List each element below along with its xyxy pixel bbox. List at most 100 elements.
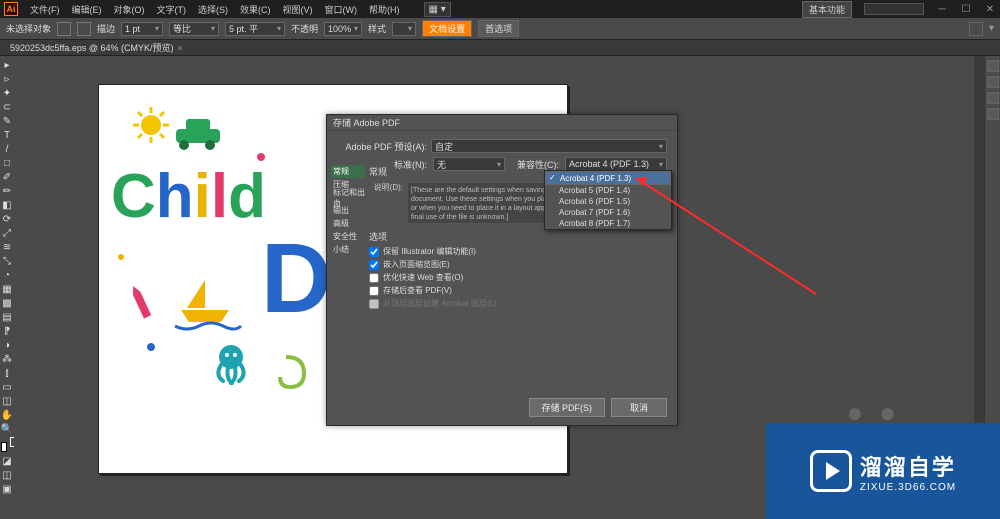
direct-select-tool-icon[interactable]: ▹ [1,72,13,86]
panel-icon-1[interactable] [987,60,999,72]
selection-tool-icon[interactable]: ▸ [1,58,13,72]
app-titlebar: Ai 文件(F) 编辑(E) 对象(O) 文字(T) 选择(S) 效果(C) 视… [0,0,1000,18]
compat-option-1[interactable]: Acrobat 5 (PDF 1.4) [545,185,671,196]
minimize-icon[interactable]: ─ [936,4,948,14]
options-header: 选项 [369,230,669,243]
fill-swatch[interactable] [57,22,71,36]
document-tab[interactable]: 5920253dc5ffa.eps @ 64% (CMYK/预览) × [10,41,183,54]
pencil-tool-icon[interactable]: ✏ [1,184,13,198]
rect-tool-icon[interactable]: □ [1,156,13,170]
symbol-sprayer-tool-icon[interactable]: ⁂ [1,352,13,366]
line-tool-icon[interactable]: / [1,142,13,156]
width-tool-icon[interactable]: ≋ [1,240,13,254]
pen-tool-icon[interactable]: ✎ [1,114,13,128]
rotate-tool-icon[interactable]: ⟳ [1,212,13,226]
brand-url: ZIXUE.3D66.COM [860,482,956,493]
compat-option-4[interactable]: Acrobat 8 (PDF 1.7) [545,218,671,229]
color-mode-icon[interactable]: ◪ [1,454,13,468]
menu-window[interactable]: 窗口(W) [325,3,358,16]
workspace-switcher[interactable]: 基本功能 [802,1,852,18]
artboard-tool-icon[interactable]: ▭ [1,380,13,394]
eraser-tool-icon[interactable]: ◧ [1,198,13,212]
menu-file[interactable]: 文件(F) [30,3,60,16]
mesh-tool-icon[interactable]: ▩ [1,296,13,310]
cancel-button[interactable]: 取消 [611,398,667,417]
brush-select[interactable]: 等比▾ [169,22,219,36]
section-tab-marks[interactable]: 标记和出血 [331,191,365,204]
section-tab-advanced[interactable]: 高级 [331,217,365,230]
type-tool-icon[interactable]: T [1,128,13,142]
close-tab-icon[interactable]: × [178,43,183,53]
compat-dropdown-list: ✓Acrobat 4 (PDF 1.3) Acrobat 5 (PDF 1.4)… [544,170,672,230]
checkbox-optimize-web[interactable] [369,273,379,283]
save-pdf-button[interactable]: 存储 PDF(S) [529,398,606,417]
opt-view-after[interactable]: 存储后查看 PDF(V) [369,285,669,296]
opt-acrobat-layers: 从顶层图层创建 Acrobat 图层(L) [369,298,669,309]
checkbox-view-after[interactable] [369,286,379,296]
stroke-swatch[interactable] [77,22,91,36]
menu-help[interactable]: 帮助(H) [369,3,400,16]
magic-wand-tool-icon[interactable]: ✦ [1,86,13,100]
lasso-tool-icon[interactable]: ⊂ [1,100,13,114]
brush-tool-icon[interactable]: ✐ [1,170,13,184]
column-graph-tool-icon[interactable]: ⫾ [1,366,13,380]
checkbox-preserve-edit[interactable] [369,247,379,257]
profile-select[interactable]: 5 pt. 平▾ [225,22,285,36]
prefs-button[interactable]: 首选项 [478,20,519,37]
scale-tool-icon[interactable]: ⤢ [1,226,13,240]
opacity-select[interactable]: 100%▾ [324,22,362,36]
stroke-label: 描边 [97,22,115,35]
panel-icon-3[interactable] [987,92,999,104]
align-icon[interactable] [969,22,983,36]
options-bar: 未选择对象 描边 1 pt▾ 等比▾ 5 pt. 平▾ 不透明 100%▾ 样式… [0,18,1000,40]
panel-icon-2[interactable] [987,76,999,88]
blend-tool-icon[interactable]: ◑ [1,338,13,352]
gradient-tool-icon[interactable]: ▤ [1,310,13,324]
opt-optimize-web[interactable]: 优化快速 Web 查看(O) [369,272,669,283]
compat-option-0[interactable]: ✓Acrobat 4 (PDF 1.3) [545,171,671,185]
menu-effect[interactable]: 效果(C) [240,3,271,16]
menu-layout-icon[interactable]: ▦ ▾ [424,2,451,17]
eyedropper-tool-icon[interactable]: ⁋ [1,324,13,338]
menu-view[interactable]: 视图(V) [283,3,313,16]
section-tab-summary[interactable]: 小结 [331,243,365,256]
preset-select[interactable]: 自定▾ [431,139,667,153]
panel-icon-4[interactable] [987,108,999,120]
compat-option-3[interactable]: Acrobat 7 (PDF 1.6) [545,207,671,218]
style-label: 样式 [368,22,386,35]
zoom-tool-icon[interactable]: 🔍 [1,422,13,436]
menu-type[interactable]: 文字(T) [157,3,187,16]
section-tab-security[interactable]: 安全性 [331,230,365,243]
fill-stroke-swatches[interactable] [1,440,13,454]
stroke-weight-select[interactable]: 1 pt▾ [121,22,163,36]
perspective-tool-icon[interactable]: ▦ [1,282,13,296]
opt-embed-thumb[interactable]: 嵌入页面缩览图(E) [369,259,669,270]
document-tab-bar: 5920253dc5ffa.eps @ 64% (CMYK/预览) × [0,40,1000,56]
free-transform-tool-icon[interactable]: ⤡ [1,254,13,268]
section-tab-general[interactable]: 常规 [331,165,365,178]
dialog-section-tabs: 常规 压缩 标记和出血 输出 高级 安全性 小结 [331,165,365,256]
style-select[interactable]: ▾ [392,22,416,36]
opt-preserve-edit[interactable]: 保留 Illustrator 编辑功能(I) [369,246,669,257]
dialog-titlebar[interactable]: 存储 Adobe PDF [327,115,677,131]
screen-mode-icon[interactable]: ▣ [1,482,13,496]
dialog-title-label: 存储 Adobe PDF [333,116,400,129]
search-input[interactable] [864,3,924,15]
doc-setup-button[interactable]: 文档设置 [422,20,472,37]
app-logo-icon: Ai [4,2,18,16]
menu-select[interactable]: 选择(S) [198,3,228,16]
checkbox-embed-thumb[interactable] [369,260,379,270]
shape-builder-tool-icon[interactable]: ◔ [1,268,13,282]
hand-tool-icon[interactable]: ✋ [1,408,13,422]
slice-tool-icon[interactable]: ◫ [1,394,13,408]
menu-edit[interactable]: 编辑(E) [72,3,102,16]
maximize-icon[interactable]: ☐ [960,4,972,14]
opacity-label: 不透明 [291,22,318,35]
menu-object[interactable]: 对象(O) [114,3,145,16]
section-tab-output[interactable]: 输出 [331,204,365,217]
close-icon[interactable]: ✕ [984,4,996,14]
compat-option-2[interactable]: Acrobat 6 (PDF 1.5) [545,196,671,207]
svg-text:D: D [261,223,332,333]
toolbox: ▸ ▹ ✦ ⊂ ✎ T / □ ✐ ✏ ◧ ⟳ ⤢ ≋ ⤡ ◔ ▦ ▩ ▤ ⁋ … [0,56,14,519]
draw-mode-icon[interactable]: ◫ [1,468,13,482]
